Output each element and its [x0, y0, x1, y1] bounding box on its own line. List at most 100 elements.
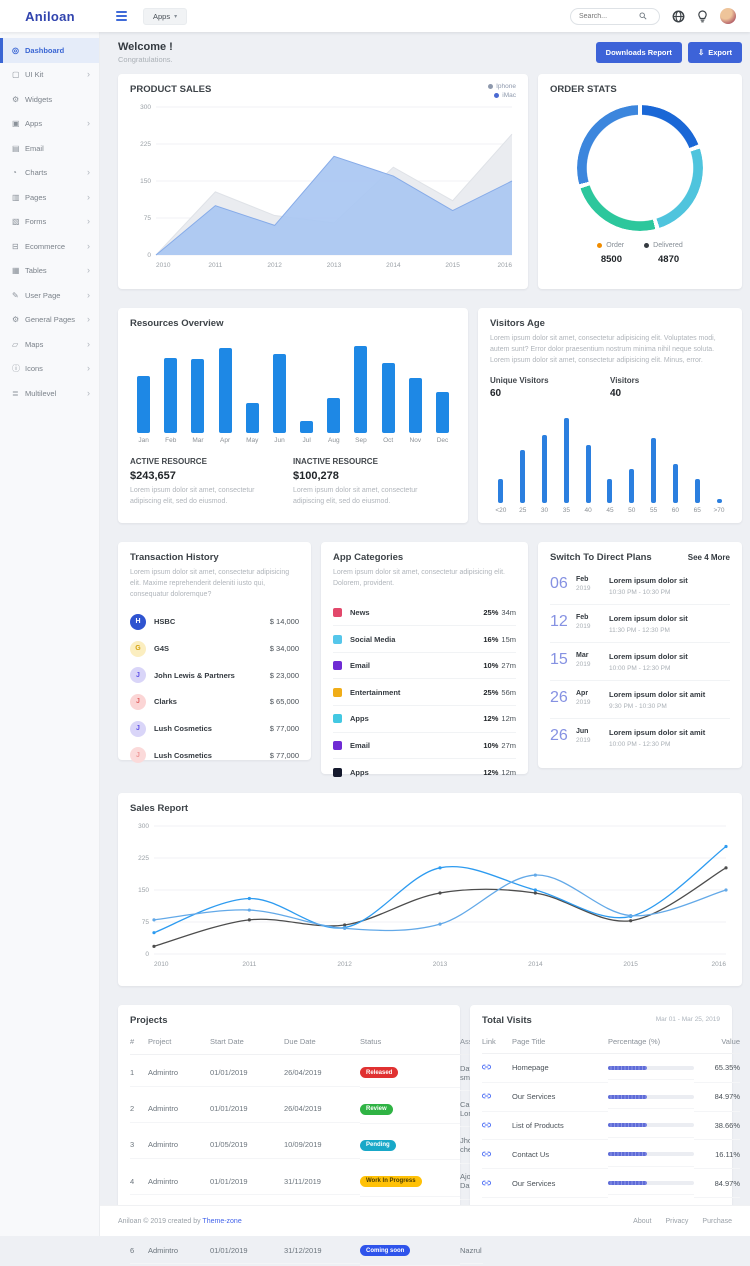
sales-report-card: Sales Report 300225150750201020112012201… — [118, 793, 742, 986]
link-icon[interactable] — [482, 1180, 491, 1186]
inactive-resource-stat: INACTIVE RESOURCE $100,278 Lorem ipsum d… — [293, 457, 456, 508]
transaction-row: HHSBC$ 14,000 — [130, 609, 299, 636]
page-subtitle: Congratulations. — [118, 55, 173, 64]
see-more-link[interactable]: See 4 More — [688, 553, 730, 562]
visitors-age-title: Visitors Age — [490, 318, 730, 329]
transaction-amount: $ 34,000 — [270, 644, 299, 653]
avatar[interactable] — [720, 8, 736, 24]
bar-column — [512, 407, 534, 503]
search-input[interactable] — [577, 12, 639, 21]
sidebar-nav: ◎Dashboard▢UI Kit›⚙Widgets▣Apps›▤Email◔C… — [0, 32, 100, 1236]
link-icon[interactable] — [482, 1151, 491, 1157]
transaction-avatar: J — [130, 694, 146, 710]
plan-year: 2019 — [576, 737, 600, 744]
chevron-right-icon: › — [87, 193, 90, 202]
app-category-row: News25%34m — [333, 600, 516, 627]
sidebar-item-charts[interactable]: ◔Charts› — [0, 161, 99, 186]
email-icon: ▤ — [12, 144, 25, 153]
footer-link-purchase[interactable]: Purchase — [702, 1218, 732, 1225]
project-name: Admintro — [148, 1132, 210, 1159]
plan-item: 26Jun2019Lorem ipsum dolor sit amit10:00… — [550, 719, 730, 756]
sidebar-item-ecommerce[interactable]: ⊟Ecommerce› — [0, 234, 99, 259]
bar-label: Jun — [266, 437, 293, 444]
sales-report-line-svg: 3002251507502010201120122013201420152016 — [130, 814, 730, 972]
bar-column — [599, 407, 621, 503]
category-name: Email — [350, 661, 370, 670]
theme-zone-link[interactable]: Theme-zone — [202, 1218, 241, 1225]
svg-text:2010: 2010 — [154, 961, 169, 968]
column-header: Page Title — [512, 1028, 608, 1054]
bar-label: 45 — [599, 507, 621, 514]
column-header: Due Date — [284, 1028, 360, 1055]
sidebar-item-apps[interactable]: ▣Apps› — [0, 112, 99, 137]
project-due-date: 26/04/2019 — [284, 1060, 360, 1087]
sidebar-item-maps[interactable]: ▱Maps› — [0, 332, 99, 357]
link-icon[interactable] — [482, 1093, 491, 1099]
value-cell: 65.35% — [694, 1054, 740, 1083]
sidebar-item-label: Multilevel — [25, 389, 56, 398]
percentage-cell — [608, 1057, 694, 1081]
order-stats-values: 85004870 — [550, 254, 730, 265]
sidebar-item-dashboard[interactable]: ◎Dashboard — [0, 38, 99, 63]
search-icon[interactable] — [639, 12, 647, 20]
column-header: Value — [694, 1028, 740, 1054]
product-sales-area-svg: 3002251507502010201120122013201420152016 — [130, 95, 516, 275]
export-button[interactable]: ⇩ Export — [688, 42, 742, 63]
product-sales-chart: 3002251507502010201120122013201420152016 — [130, 95, 516, 280]
resources-bar-labels: JanFebMarAprMayJunJulAugSepOctNovDec — [130, 437, 456, 444]
bar-label: 30 — [534, 507, 556, 514]
column-header: Status — [360, 1028, 460, 1055]
project-start-date: 01/05/2019 — [210, 1132, 284, 1159]
sidebar-item-general-pages[interactable]: ⚙General Pages› — [0, 308, 99, 333]
chevron-right-icon: › — [87, 70, 90, 79]
bar-label: 60 — [665, 507, 687, 514]
bar-column — [347, 341, 374, 433]
footer-link-about[interactable]: About — [633, 1218, 651, 1225]
project-start-date: 01/01/2019 — [210, 1060, 284, 1087]
bar-column — [320, 341, 347, 433]
active-resource-text: Lorem ipsum dolor sit amet, consectetur … — [130, 486, 277, 508]
value-cell: 16.11% — [694, 1140, 740, 1169]
bar — [542, 435, 547, 502]
downloads-report-button[interactable]: Downloads Report — [596, 42, 682, 63]
inactive-resource-text: Lorem ipsum dolor sit amet, consectetur … — [293, 486, 440, 508]
sidebar-item-widgets[interactable]: ⚙Widgets — [0, 87, 99, 112]
sidebar-item-forms[interactable]: ▧Forms› — [0, 210, 99, 235]
link-cell — [482, 1083, 512, 1112]
widgets-icon: ⚙ — [12, 95, 25, 104]
plan-day: 15 — [550, 652, 572, 669]
plan-item: 12Feb2019Lorem ipsum dolor sit11:30 PM -… — [550, 605, 730, 643]
footer-link-privacy[interactable]: Privacy — [665, 1218, 688, 1225]
forms-icon: ▧ — [12, 217, 25, 226]
bar-column — [534, 407, 556, 503]
sidebar-item-tables[interactable]: ▦Tables› — [0, 259, 99, 284]
link-icon[interactable] — [482, 1122, 491, 1128]
topbar-right — [570, 8, 736, 25]
svg-text:2012: 2012 — [337, 961, 352, 968]
chevron-right-icon: › — [87, 340, 90, 349]
progress-track — [608, 1123, 694, 1127]
search-box[interactable] — [570, 8, 660, 25]
sidebar-item-icons[interactable]: ⓘIcons› — [0, 357, 99, 382]
globe-icon[interactable] — [672, 10, 685, 23]
value-cell: 84.97% — [694, 1083, 740, 1112]
apps-dropdown[interactable]: Apps ▾ — [143, 8, 187, 25]
category-time: 27m — [501, 661, 516, 670]
plan-item: 26Apr2019Lorem ipsum dolor sit amit9:30 … — [550, 681, 730, 719]
sidebar-item-ui-kit[interactable]: ▢UI Kit› — [0, 63, 99, 88]
link-icon[interactable] — [482, 1064, 491, 1070]
welcome-row: Welcome ! Congratulations. Downloads Rep… — [118, 41, 742, 64]
progress-track — [608, 1095, 694, 1099]
link-cell — [482, 1054, 512, 1083]
plan-month: Jun — [576, 728, 600, 735]
sidebar-item-multilevel[interactable]: ≣Multilevel› — [0, 381, 99, 406]
plan-title: Lorem ipsum dolor sit amit — [609, 728, 705, 737]
page-title-cell: Homepage — [512, 1054, 608, 1083]
menu-toggle-icon[interactable] — [114, 9, 129, 23]
sidebar-item-label: UI Kit — [25, 70, 43, 79]
sidebar-item-user-page[interactable]: ✎User Page› — [0, 283, 99, 308]
category-time: 27m — [501, 741, 516, 750]
sidebar-item-pages[interactable]: ▥Pages› — [0, 185, 99, 210]
notifications-icon[interactable] — [697, 10, 708, 23]
sidebar-item-email[interactable]: ▤Email — [0, 136, 99, 161]
